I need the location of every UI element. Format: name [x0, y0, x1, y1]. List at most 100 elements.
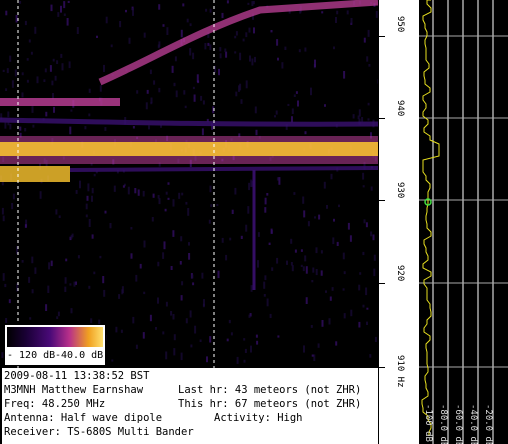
- noise-speck: [49, 65, 52, 72]
- noise-speck: [51, 80, 54, 86]
- noise-speck: [352, 114, 355, 119]
- db-label-100: -100 dB: [423, 404, 433, 442]
- noise-speck: [207, 42, 210, 46]
- noise-speck: [372, 234, 375, 241]
- noise-speck: [234, 51, 237, 54]
- noise-speck: [55, 209, 58, 215]
- noise-speck: [44, 68, 47, 73]
- station-operator: M3MNH Matthew Earnshaw: [4, 384, 144, 396]
- noise-speck: [234, 35, 237, 39]
- noise-speck: [171, 65, 174, 73]
- noise-speck: [201, 128, 204, 136]
- noise-speck: [192, 86, 195, 90]
- noise-speck: [132, 8, 134, 16]
- noise-speck: [11, 80, 14, 88]
- noise-speck: [234, 187, 237, 195]
- noise-speck: [178, 192, 181, 199]
- noise-speck: [19, 1, 22, 4]
- noise-speck: [363, 219, 366, 224]
- noise-speck: [320, 270, 323, 276]
- noise-speck: [119, 21, 122, 28]
- axis-tick: [379, 283, 385, 284]
- noise-speck: [312, 267, 315, 273]
- noise-speck: [257, 232, 260, 237]
- noise-speck: [367, 102, 370, 106]
- noise-speck: [57, 12, 60, 17]
- noise-speck: [254, 56, 256, 63]
- noise-speck: [263, 294, 266, 297]
- noise-speck: [343, 271, 346, 275]
- noise-speck: [162, 252, 165, 259]
- noise-speck: [251, 58, 254, 66]
- noise-speck: [199, 339, 202, 342]
- noise-speck: [245, 224, 248, 232]
- noise-speck: [88, 285, 91, 289]
- noise-speck: [291, 116, 293, 123]
- noise-speck: [162, 331, 165, 335]
- noise-speck: [85, 214, 88, 218]
- noise-speck: [24, 224, 27, 228]
- noise-speck: [266, 193, 269, 196]
- noise-speck: [104, 210, 107, 214]
- noise-speck: [152, 193, 155, 198]
- noise-speck: [304, 255, 307, 262]
- noise-speck: [143, 240, 146, 248]
- colorbar-legend: - 120 dB -40.0 dB: [4, 324, 106, 366]
- noise-speck: [4, 283, 7, 288]
- noise-speck: [202, 303, 205, 308]
- noise-speck: [323, 181, 326, 189]
- noise-speck: [362, 251, 365, 256]
- noise-speck: [209, 8, 212, 13]
- noise-speck: [148, 125, 150, 130]
- noise-speck: [269, 313, 272, 318]
- noise-speck: [249, 55, 251, 62]
- noise-speck: [333, 46, 335, 50]
- noise-speck: [224, 48, 227, 53]
- noise-speck: [164, 208, 167, 212]
- noise-speck: [77, 255, 80, 259]
- noise-speck: [346, 10, 349, 15]
- band-lower: [0, 166, 70, 182]
- noise-speck: [142, 190, 145, 197]
- noise-speck: [157, 44, 160, 49]
- noise-speck: [332, 237, 335, 245]
- noise-speck: [87, 183, 90, 192]
- noise-speck: [264, 197, 267, 205]
- noise-speck: [43, 79, 46, 82]
- noise-speck: [205, 8, 208, 12]
- noise-speck: [271, 267, 274, 271]
- noise-speck: [31, 289, 34, 294]
- noise-speck: [34, 26, 37, 34]
- noise-speck: [300, 264, 303, 267]
- noise-speck: [104, 127, 107, 131]
- activity-canvas: [419, 0, 508, 444]
- noise-speck: [8, 299, 11, 304]
- noise-speck: [26, 79, 29, 83]
- noise-speck: [247, 206, 250, 214]
- noise-speck: [264, 275, 267, 281]
- noise-speck: [363, 37, 366, 43]
- noise-speck: [255, 129, 258, 136]
- noise-speck: [5, 318, 8, 323]
- noise-speck: [270, 30, 273, 33]
- noise-speck: [127, 186, 130, 195]
- noise-speck: [90, 318, 93, 324]
- noise-speck: [307, 221, 310, 227]
- noise-speck: [145, 102, 148, 110]
- noise-speck: [61, 63, 64, 71]
- noise-speck: [60, 53, 63, 58]
- noise-speck: [209, 44, 212, 51]
- noise-speck: [85, 203, 88, 210]
- noise-speck: [275, 110, 278, 115]
- noise-speck: [240, 99, 243, 104]
- noise-speck: [157, 261, 160, 267]
- noise-speck: [290, 262, 293, 266]
- noise-speck: [153, 80, 156, 85]
- noise-speck: [143, 32, 146, 38]
- noise-speck: [31, 256, 34, 264]
- noise-speck: [248, 182, 251, 191]
- noise-speck: [358, 321, 361, 328]
- noise-speck: [21, 72, 24, 76]
- noise-speck: [31, 106, 34, 113]
- noise-speck: [192, 52, 195, 60]
